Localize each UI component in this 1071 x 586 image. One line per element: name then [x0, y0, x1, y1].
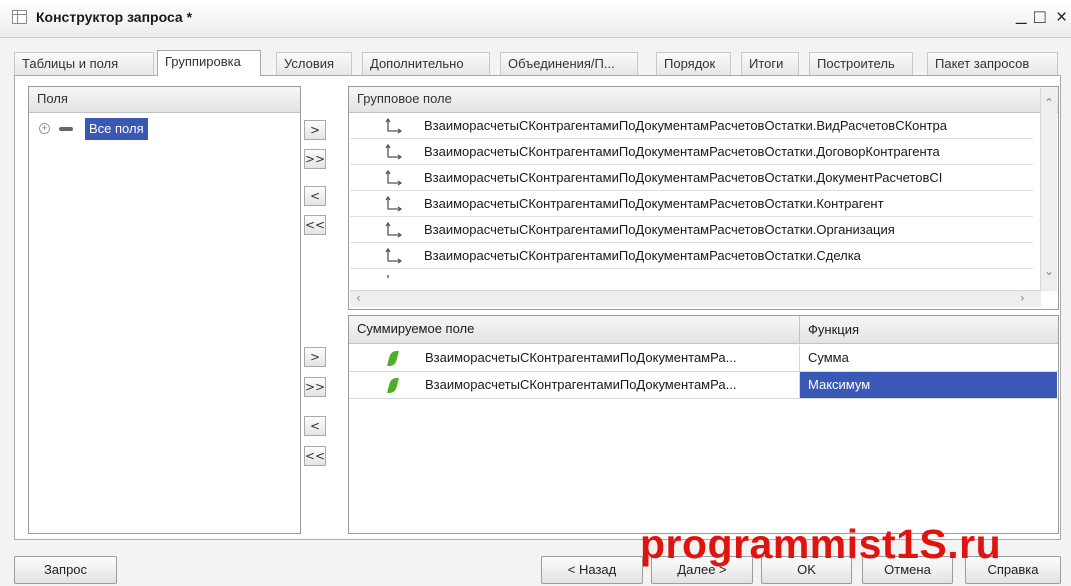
- group-field-row-partial: [350, 270, 1033, 278]
- group-field-row[interactable]: ВзаиморасчетыСКонтрагентамиПоДокументамР…: [350, 114, 1033, 139]
- tree-item-label[interactable]: Все поля: [85, 118, 148, 140]
- group-field-name: ВзаиморасчетыСКонтрагентамиПоДокументамР…: [424, 144, 940, 159]
- resource-leaf-icon: [386, 378, 400, 393]
- function-column-header[interactable]: Функция: [799, 316, 1057, 344]
- tab-bar: Таблицы и поля Группировка Условия Допол…: [14, 50, 1059, 76]
- scroll-right-icon[interactable]: ›: [1020, 291, 1025, 305]
- remove-group-field-button[interactable]: <: [304, 186, 326, 206]
- group-field-name: ВзаиморасчетыСКонтрагентамиПоДокументамР…: [424, 222, 895, 237]
- summary-function-selected[interactable]: Максимум: [799, 372, 1057, 398]
- dimension-icon: [387, 275, 389, 278]
- summary-header: Суммируемое поле Функция: [349, 316, 1058, 344]
- group-field-row[interactable]: ВзаиморасчетыСКонтрагентамиПоДокументамР…: [350, 192, 1033, 217]
- group-field-row[interactable]: ВзаиморасчетыСКонтрагентамиПоДокументамР…: [350, 218, 1033, 243]
- summary-field-name: ВзаиморасчетыСКонтрагентамиПоДокументамР…: [425, 377, 737, 392]
- group-field-name: ВзаиморасчетыСКонтрагентамиПоДокументамР…: [424, 248, 861, 263]
- tab-unions[interactable]: Объединения/П...: [500, 52, 638, 76]
- tab-query-batch[interactable]: Пакет запросов: [927, 52, 1058, 76]
- add-all-group-fields-button[interactable]: >>: [304, 149, 326, 169]
- remove-all-summary-fields-button[interactable]: <<: [304, 446, 326, 466]
- remove-all-group-fields-button[interactable]: <<: [304, 215, 326, 235]
- summary-fields-panel: Суммируемое поле Функция ВзаиморасчетыСК…: [348, 315, 1059, 534]
- fields-panel: Поля + Все поля: [28, 86, 301, 534]
- tab-order[interactable]: Порядок: [656, 52, 731, 76]
- scroll-left-icon[interactable]: ‹: [356, 291, 361, 305]
- resource-leaf-icon: [386, 351, 400, 366]
- summary-function[interactable]: Сумма: [799, 345, 1057, 371]
- group-field-name: ВзаиморасчетыСКонтрагентамиПоДокументамР…: [424, 118, 947, 133]
- minimize-button[interactable]: _: [1016, 4, 1027, 26]
- remove-summary-field-button[interactable]: <: [304, 416, 326, 436]
- dimension-icon: [385, 247, 403, 264]
- watermark: programmist1S.ru: [640, 521, 1002, 567]
- dimension-icon: [385, 221, 403, 238]
- group-fields-header: Групповое поле: [349, 87, 1058, 113]
- tab-builder[interactable]: Построитель: [809, 52, 913, 76]
- group-field-name: ВзаиморасчетыСКонтрагентамиПоДокументамР…: [424, 170, 943, 185]
- close-button[interactable]: ×: [1056, 7, 1067, 29]
- window-icon: [12, 10, 27, 24]
- expand-icon[interactable]: +: [39, 123, 50, 134]
- scroll-down-icon[interactable]: ⌄: [1044, 264, 1054, 278]
- scroll-up-icon[interactable]: ⌃: [1044, 96, 1054, 110]
- tab-additional[interactable]: Дополнительно: [362, 52, 490, 76]
- summary-row[interactable]: ВзаиморасчетыСКонтрагентамиПоДокументамР…: [349, 345, 1058, 372]
- maximize-button[interactable]: □: [1034, 7, 1045, 29]
- tab-tables-fields[interactable]: Таблицы и поля: [14, 52, 154, 76]
- dimension-icon: [385, 195, 403, 212]
- add-summary-field-button[interactable]: >: [304, 347, 326, 367]
- vertical-scrollbar[interactable]: ⌃ ⌄: [1040, 88, 1057, 291]
- summary-row[interactable]: ВзаиморасчетыСКонтрагентамиПоДокументамР…: [349, 372, 1058, 399]
- back-button[interactable]: < Назад: [541, 556, 643, 584]
- group-field-row[interactable]: ВзаиморасчетыСКонтрагентамиПоДокументамР…: [350, 140, 1033, 165]
- add-group-field-button[interactable]: >: [304, 120, 326, 140]
- dimension-icon: [385, 169, 403, 186]
- group-fields-panel: Групповое поле ВзаиморасчетыСКонтрагента…: [348, 86, 1059, 310]
- title-bar: Конструктор запроса * _ □ ×: [0, 0, 1071, 38]
- summary-field-name: ВзаиморасчетыСКонтрагентамиПоДокументамР…: [425, 350, 737, 365]
- fields-header: Поля: [29, 87, 300, 113]
- summary-field-column-header[interactable]: Суммируемое поле: [357, 321, 474, 336]
- tab-grouping[interactable]: Группировка: [157, 50, 261, 76]
- minus-icon: [59, 127, 73, 131]
- tab-totals[interactable]: Итоги: [741, 52, 799, 76]
- horizontal-scrollbar[interactable]: ‹ ›: [350, 290, 1041, 307]
- group-field-name: ВзаиморасчетыСКонтрагентамиПоДокументамР…: [424, 196, 884, 211]
- dimension-icon: [385, 143, 403, 160]
- tab-conditions[interactable]: Условия: [276, 52, 352, 76]
- query-button[interactable]: Запрос: [14, 556, 117, 584]
- window-title: Конструктор запроса *: [36, 9, 193, 25]
- add-all-summary-fields-button[interactable]: >>: [304, 377, 326, 397]
- group-field-row[interactable]: ВзаиморасчетыСКонтрагентамиПоДокументамР…: [350, 166, 1033, 191]
- dimension-icon: [385, 117, 403, 134]
- group-field-row[interactable]: ВзаиморасчетыСКонтрагентамиПоДокументамР…: [350, 244, 1033, 269]
